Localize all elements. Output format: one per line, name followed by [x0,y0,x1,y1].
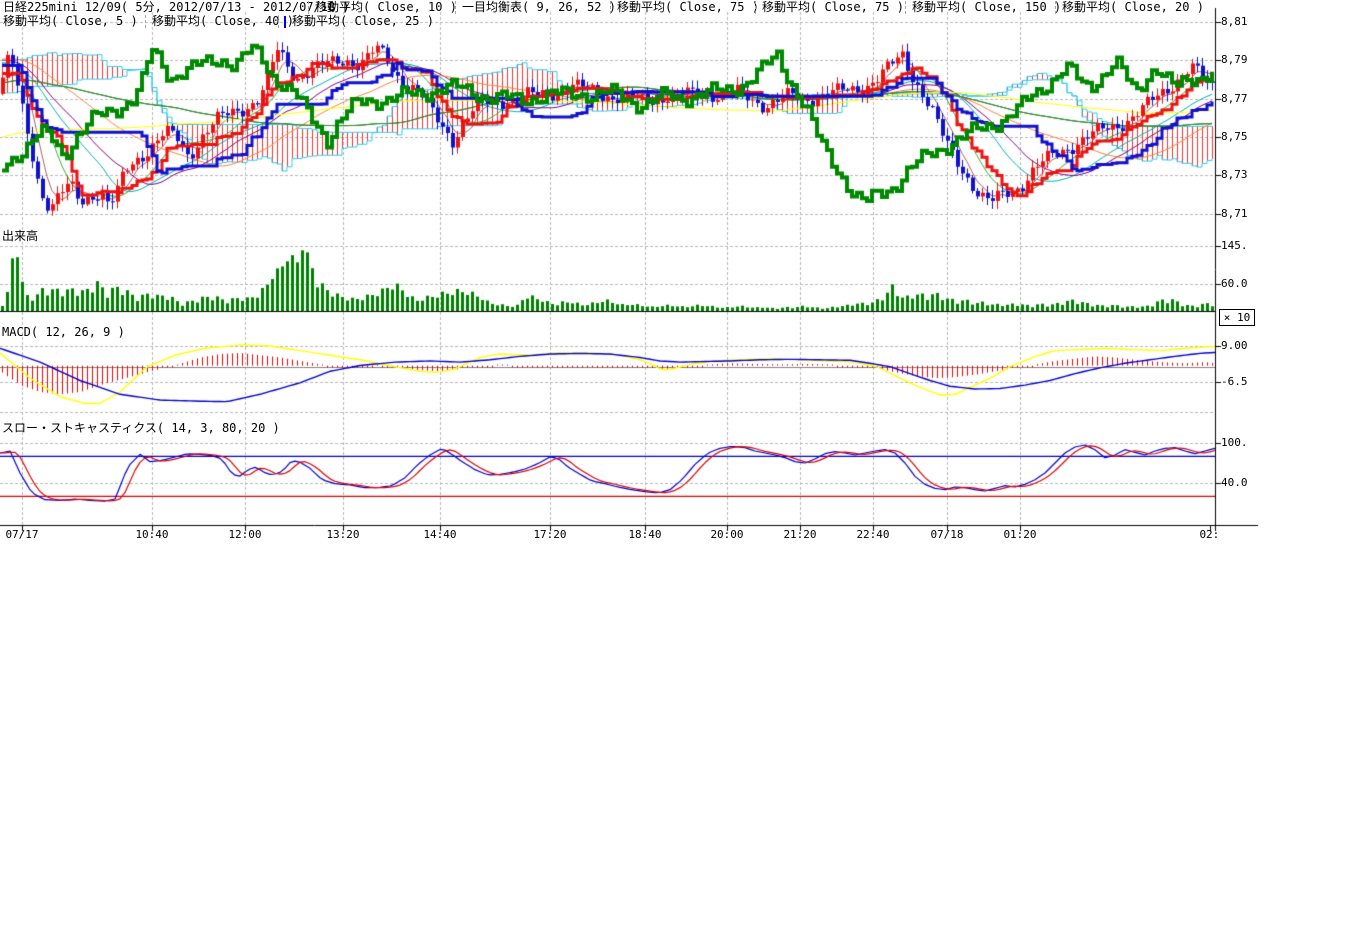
legend-item: 移動平均( Close, 75 ) [617,1,759,14]
y-axis-label: 40.0 [1221,477,1248,489]
y-axis-label: 145. [1221,240,1248,252]
legend-item: 移動平均( Close, 75 ) [762,1,904,14]
legend-separator [145,15,146,28]
chart-window: 日経225mini 12/09( 5分, 2012/07/13 - 2012/0… [0,0,1366,934]
chart-title: 日経225mini 12/09( 5分, 2012/07/13 - 2012/0… [3,1,350,14]
y-axis-label: 60.0 [1221,278,1248,290]
volume-multiplier-box: × 10 [1219,309,1255,326]
y-axis-label: -6.5 [1221,376,1248,388]
macd-panel-label: MACD( 12, 26, 9 ) [2,326,125,339]
legend-separator [905,1,906,14]
y-axis-label: 8,81 [1221,16,1248,28]
stochastics-panel-label: スロー・ストキャスティクス( 14, 3, 80, 20 ) [2,422,280,435]
y-axis-label: 9.00 [1221,340,1248,352]
y-axis-label: 100. [1221,437,1248,449]
legend-item: 移動平均( Close, 150 ) [912,1,1061,14]
legend-separator [455,1,456,14]
legend-item: 移動平均( Close, 25 ) [292,15,434,28]
legend-separator [755,1,756,14]
legend-item: 移動平均( Close, 5 ) [3,15,138,28]
legend-item: 移動平均( Close, 20 ) [1062,1,1204,14]
y-axis-label: 8,77 [1221,93,1248,105]
legend-item: 移動平均( Close, 40 ) [152,15,294,28]
legend-separator [308,1,309,14]
y-axis-label: 8,79 [1221,54,1248,66]
y-axis-label: 8,75 [1221,131,1248,143]
chart-canvas[interactable] [0,0,1260,550]
legend-item: 移動平均( Close, 10 ) [315,1,457,14]
legend-cursor [284,16,286,28]
legend-separator [1055,1,1056,14]
legend-separator [278,15,279,28]
y-axis-label: 8,73 [1221,169,1248,181]
volume-panel-label: 出来高 [2,230,38,243]
y-axis-label: 8,71 [1221,208,1248,220]
legend-separator [610,1,611,14]
legend-item: 一目均衡表( 9, 26, 52 ) [462,1,616,14]
